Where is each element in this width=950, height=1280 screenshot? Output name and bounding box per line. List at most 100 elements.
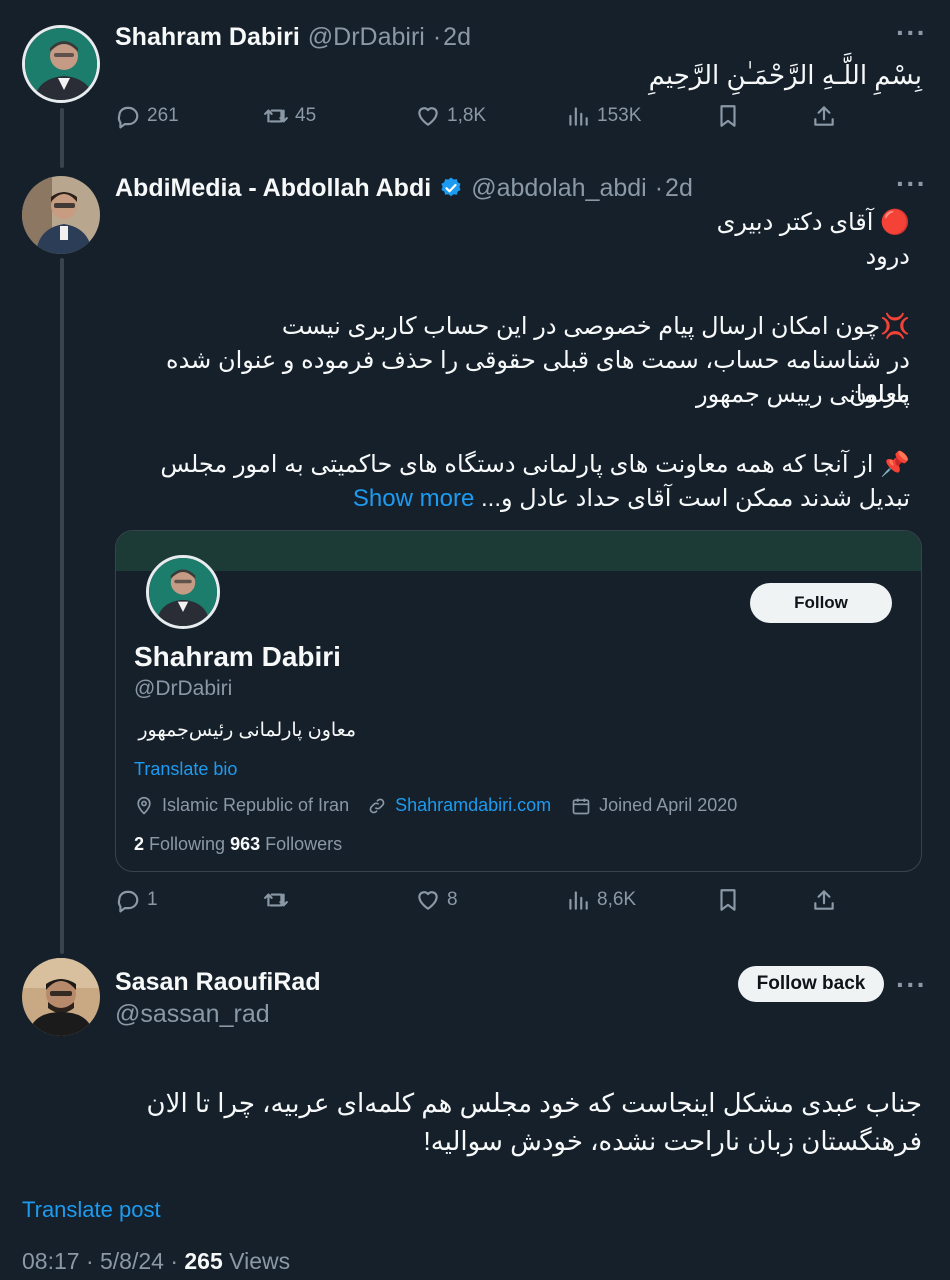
like-icon xyxy=(418,107,438,126)
views-count: 265 xyxy=(184,1248,223,1274)
text-line: 📌 از آنجا که همه معاونت های پارلمانی دست… xyxy=(115,448,910,482)
timestamp[interactable]: 08:17 · 5/8/24 · xyxy=(22,1248,178,1274)
view-count: 8,6K xyxy=(597,889,637,910)
avatar[interactable] xyxy=(22,25,100,103)
retweet-icon xyxy=(264,109,288,123)
avatar[interactable] xyxy=(22,176,100,254)
separator-dot: · xyxy=(432,22,442,51)
bookmark-button[interactable] xyxy=(715,887,741,913)
author-handle[interactable]: @abdolah_abdi xyxy=(471,174,647,203)
translate-bio-link[interactable]: Translate bio xyxy=(134,759,237,780)
joined-text: Joined April 2020 xyxy=(599,795,738,815)
retweet-button[interactable] xyxy=(263,887,295,913)
text-line: پارلمانی رییس جمهور xyxy=(696,381,910,408)
retweet-count: 45 xyxy=(295,105,317,126)
views-icon xyxy=(569,107,588,126)
followers-count: 963 xyxy=(230,834,261,854)
calendar-icon xyxy=(572,798,590,814)
text-line-content: از آنجا که همه معاونت های پارلمانی دستگا… xyxy=(160,451,874,478)
action-bar: 1 8 8,6K xyxy=(115,887,840,919)
profile-card[interactable]: Follow Shahram Dabiri @DrDabiri معاون پا… xyxy=(115,530,922,872)
tweet-header: AbdiMedia - Abdollah Abdi @abdolah_abdi … xyxy=(115,173,693,203)
anger-symbol-icon: 💢 xyxy=(880,313,910,340)
action-bar: 261 45 1,8K 153K xyxy=(115,103,840,135)
card-meta: Islamic Republic of Iran Shahramdabiri.c… xyxy=(134,795,737,816)
retweet-icon xyxy=(264,893,288,907)
like-button[interactable]: 1,8K xyxy=(415,103,486,129)
text-line-content: آقای دکتر دبیری xyxy=(716,209,874,236)
card-handle[interactable]: @DrDabiri xyxy=(134,677,232,701)
bookmark-button[interactable] xyxy=(715,103,741,129)
reply-button[interactable]: 1 xyxy=(115,887,158,913)
card-bio: معاون پارلمانی رئیس‌جمهور xyxy=(138,720,356,741)
location-icon xyxy=(137,796,151,815)
following-link[interactable]: 2 Following xyxy=(134,834,225,854)
text-line: Show more تبدیل شدند ممکن است آقای حداد … xyxy=(115,482,910,516)
like-count: 8 xyxy=(447,889,458,910)
post-time[interactable]: 2d xyxy=(443,23,471,52)
card-name[interactable]: Shahram Dabiri xyxy=(134,641,341,673)
translate-post-link[interactable]: Translate post xyxy=(22,1197,161,1223)
text-line: 🔴 آقای دکتر دبیری xyxy=(115,206,910,240)
separator-dot: · xyxy=(654,173,664,202)
pushpin-icon: 📌 xyxy=(880,451,910,478)
text-line: در شناسنامه حساب، سمت های قبلی حقوقی را … xyxy=(166,347,910,408)
share-button[interactable] xyxy=(811,887,837,913)
red-circle-icon: 🔴 xyxy=(880,209,910,236)
views-icon xyxy=(569,891,588,910)
more-icon[interactable]: ··· xyxy=(896,19,927,47)
card-avatar[interactable] xyxy=(146,555,220,629)
tweet-text: 🔴 آقای دکتر دبیری درود 💢چون امکان ارسال … xyxy=(115,206,910,516)
views-button[interactable]: 8,6K xyxy=(565,887,636,913)
reply-icon xyxy=(117,890,139,913)
post-time[interactable]: 2d xyxy=(665,174,693,203)
avatar[interactable] xyxy=(22,958,100,1036)
follow-stats: 2 Following 963 Followers xyxy=(134,834,342,855)
share-icon xyxy=(814,890,834,910)
post-meta: 08:17 · 5/8/24 · 265 Views xyxy=(22,1248,290,1275)
text-line: درود xyxy=(865,243,910,270)
like-count: 1,8K xyxy=(447,105,487,126)
followers-link[interactable]: 963 Followers xyxy=(230,834,342,854)
share-button[interactable] xyxy=(811,103,837,129)
thread-line xyxy=(60,258,64,954)
text-line: 💢چون امکان ارسال پیام خصوصی در این حساب … xyxy=(115,310,910,344)
follow-button[interactable]: Follow xyxy=(750,583,892,623)
author-name[interactable]: AbdiMedia - Abdollah Abdi xyxy=(115,174,431,203)
author-name[interactable]: Sasan RaoufiRad xyxy=(115,968,321,997)
text-line: جناب عبدی مشکل اینجاست که خود مجلس هم کل… xyxy=(146,1088,922,1118)
reply-count: 261 xyxy=(147,105,179,126)
reply-icon xyxy=(117,106,139,129)
tweet-text: بِسْمِ اللَّـهِ الرَّحْمَـٰنِ الرَّحِيمِ xyxy=(648,60,922,90)
reply-button[interactable]: 261 xyxy=(115,103,179,129)
view-count: 153K xyxy=(597,105,642,126)
views-label: Views xyxy=(229,1248,291,1274)
more-icon[interactable]: ··· xyxy=(896,971,927,999)
text-line: فرهنگستان زبان ناراحت نشده، خودش سوالیه! xyxy=(423,1126,923,1156)
retweet-button[interactable]: 45 xyxy=(263,103,316,129)
author-handle[interactable]: @DrDabiri xyxy=(308,23,425,52)
more-icon[interactable]: ··· xyxy=(896,170,927,198)
bookmark-icon xyxy=(720,105,736,127)
author-handle[interactable]: @sassan_rad xyxy=(115,1000,270,1029)
author-name[interactable]: Shahram Dabiri xyxy=(115,23,300,52)
tweet-text: جناب عبدی مشکل اینجاست که خود مجلس هم کل… xyxy=(115,1084,922,1160)
follow-back-button[interactable]: Follow back xyxy=(738,966,884,1002)
reply-count: 1 xyxy=(147,889,158,910)
text-line-content: تبدیل شدند ممکن است آقای حداد عادل و... xyxy=(480,485,910,512)
verified-badge-icon xyxy=(441,177,461,197)
thread-line xyxy=(60,108,64,168)
text-line-content: چون امکان ارسال پیام خصوصی در این حساب ک… xyxy=(281,313,881,340)
show-more-link[interactable]: Show more xyxy=(353,485,474,512)
bookmark-icon xyxy=(720,889,736,911)
like-button[interactable]: 8 xyxy=(415,887,458,913)
website-link[interactable]: Shahramdabiri.com xyxy=(395,795,551,816)
location-text: Islamic Republic of Iran xyxy=(162,795,350,815)
followers-label: Followers xyxy=(265,834,343,854)
following-count: 2 xyxy=(134,834,145,854)
share-icon xyxy=(814,106,834,126)
like-icon xyxy=(418,891,438,910)
following-label: Following xyxy=(149,834,226,854)
views-button[interactable]: 153K xyxy=(565,103,641,129)
tweet-header: Shahram Dabiri @DrDabiri · 2d xyxy=(115,22,471,52)
